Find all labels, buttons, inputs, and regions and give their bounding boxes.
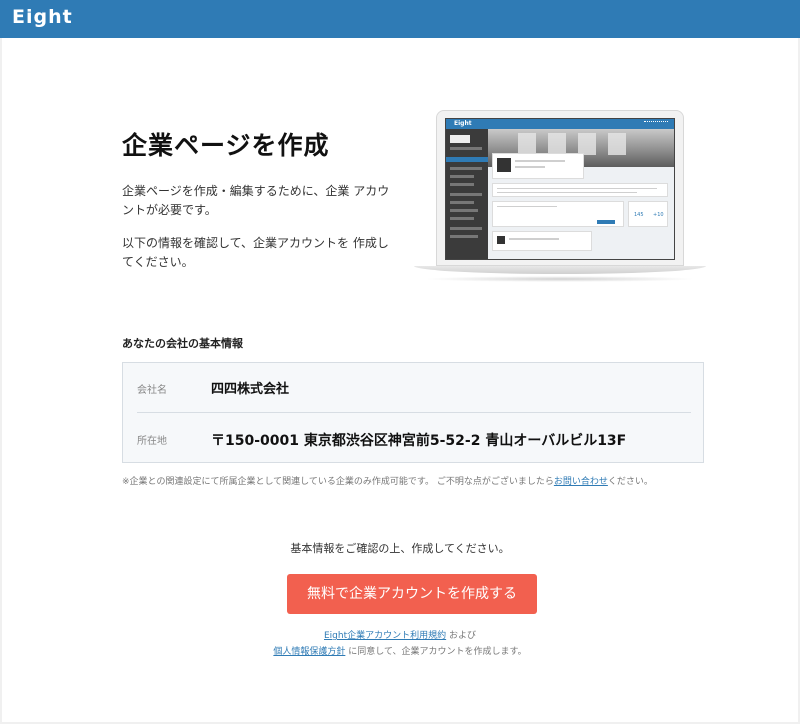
confirm-text: 基本情報をご確認の上、作成してください。 xyxy=(290,542,510,555)
main-content: 企業ページを作成 企業ページを作成・編集するために、企業 アカウントが必要です。… xyxy=(2,38,798,722)
company-name-row: 会社名 四四株式会社 xyxy=(137,363,691,413)
hero-description-1: 企業ページを作成・編集するために、企業 アカウントが必要です。 xyxy=(122,184,390,217)
screen-stat-1: 145 xyxy=(634,212,644,218)
company-name-label: 会社名 xyxy=(137,385,167,396)
screen-sidebar-line xyxy=(450,227,482,230)
laptop-base xyxy=(414,266,706,274)
contact-link[interactable]: お問い合わせ xyxy=(554,477,608,487)
screen-main: 145 +10 xyxy=(488,129,674,259)
page-title: 企業ページを作成 xyxy=(122,131,330,160)
company-info-box: 会社名 四四株式会社 所在地 〒150-0001 東京都渋谷区神宮前5-52-2… xyxy=(122,362,704,463)
create-account-button[interactable]: 無料で企業アカウントを作成する xyxy=(287,574,537,614)
screen-sidebar-line xyxy=(450,147,482,150)
screen-sidebar-line xyxy=(450,209,478,212)
screen-text-line xyxy=(497,206,557,207)
screen-sidebar-active xyxy=(446,157,488,162)
screen-header: Eight xyxy=(446,119,674,129)
screen-logo: Eight xyxy=(454,120,472,127)
screen-photo-window xyxy=(548,133,566,155)
screen-stats-card: 145 +10 xyxy=(628,201,668,227)
screen-sidebar-line xyxy=(450,175,474,178)
screen-profile-logo xyxy=(497,158,511,172)
note-suffix: ください。 xyxy=(607,477,653,487)
screen-sidebar xyxy=(446,129,488,259)
screen-text-line xyxy=(497,192,637,193)
company-address-row: 所在地 〒150-0001 東京都渋谷区神宮前5-52-2 青山オーバルビル13… xyxy=(137,414,691,464)
company-info-title: あなたの会社の基本情報 xyxy=(122,337,243,350)
screen-feed-logo xyxy=(497,236,505,244)
terms-and: および xyxy=(446,631,476,641)
privacy-link[interactable]: 個人情報保護方針 xyxy=(273,647,345,657)
terms-link[interactable]: Eight企業アカウント利用規約 xyxy=(324,631,446,641)
hero-description-2: 以下の情報を確認して、企業アカウントを 作成してください。 xyxy=(122,236,389,269)
screen-post-button xyxy=(597,220,615,224)
screen-sidebar-line xyxy=(450,235,478,238)
company-address-label: 所在地 xyxy=(137,436,167,447)
screen-text-line xyxy=(515,166,545,168)
screen-sidebar-line xyxy=(450,201,474,204)
screen-sidebar-line xyxy=(450,167,482,170)
screen-header-icons xyxy=(644,121,668,126)
screen-text-line xyxy=(509,238,559,240)
laptop-lid: Eight 145 +10 xyxy=(436,110,684,266)
screen-sidebar-line xyxy=(450,193,482,196)
laptop-illustration: Eight 145 +10 xyxy=(414,110,706,286)
top-bar: Eight xyxy=(0,0,800,38)
company-name-value: 四四株式会社 xyxy=(211,382,290,397)
screen-sidebar-line xyxy=(450,217,474,220)
screen-profile-card xyxy=(492,153,584,179)
screen-text-line xyxy=(497,188,657,189)
terms-agree: に同意して、企業アカウントを作成します。 xyxy=(345,647,527,657)
note-text: ※企業との関連設定にて所属企業として関連している企業のみ作成可能です。 ご不明な… xyxy=(122,477,554,487)
terms-line-2: 個人情報保護方針 に同意して、企業アカウントを作成します。 xyxy=(2,644,798,657)
laptop-screen: Eight 145 +10 xyxy=(445,118,675,260)
screen-photo-window xyxy=(578,133,596,155)
screen-sidebar-line xyxy=(450,183,474,186)
screen-photo-window xyxy=(518,133,536,155)
screen-description-card xyxy=(492,183,668,197)
eligibility-note: ※企業との関連設定にて所属企業として関連している企業のみ作成可能です。 ご不明な… xyxy=(122,474,653,487)
eight-logo[interactable]: Eight xyxy=(12,6,73,28)
company-address-value: 〒150-0001 東京都渋谷区神宮前5-52-2 青山オーバルビル13F xyxy=(211,433,627,449)
screen-text-line xyxy=(515,160,565,162)
screen-company-logo xyxy=(450,135,470,143)
terms-line-1: Eight企業アカウント利用規約 および xyxy=(2,628,798,641)
laptop-shadow xyxy=(424,276,696,282)
screen-photo-window xyxy=(608,133,626,155)
screen-post-card xyxy=(492,201,624,227)
screen-feed-card xyxy=(492,231,592,251)
screen-stat-2: +10 xyxy=(653,212,664,218)
